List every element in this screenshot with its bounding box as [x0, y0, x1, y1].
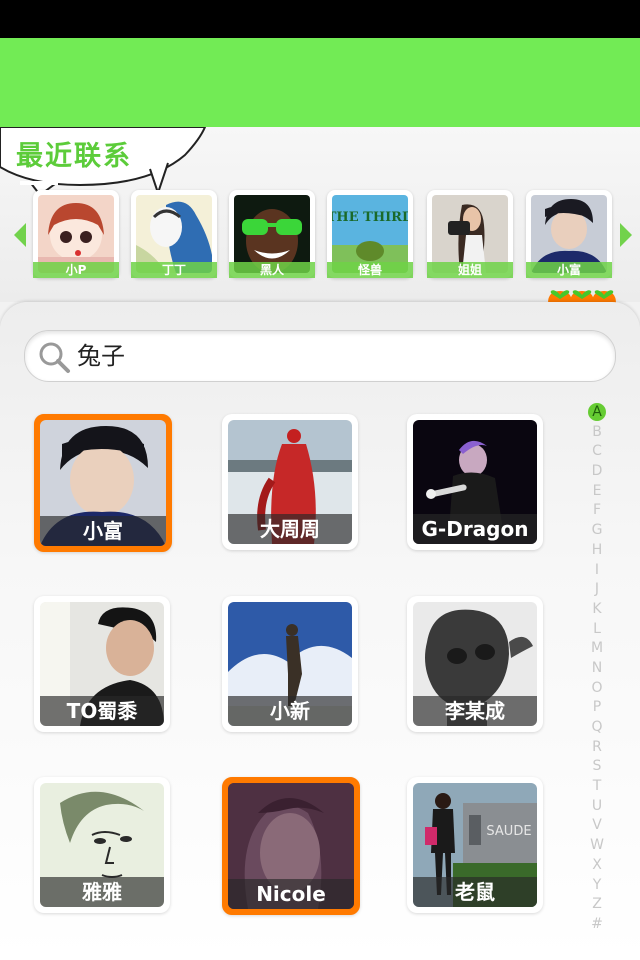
alpha-index-letter[interactable]: A: [588, 403, 606, 421]
svg-text:SAUDE: SAUDE: [486, 824, 531, 839]
recent-contact-label: 怪兽: [327, 262, 413, 278]
alpha-index-letter[interactable]: H: [588, 541, 606, 561]
search-input-value: 兔子: [77, 342, 125, 370]
contact-name: 小新: [228, 696, 352, 726]
alpha-index-letter[interactable]: Z: [588, 895, 606, 915]
recent-contact-label: 黑人: [229, 262, 315, 278]
search-icon: [39, 342, 70, 373]
contact-card[interactable]: TO蜀黍: [34, 596, 170, 732]
alpha-index-letter[interactable]: C: [588, 442, 606, 462]
alpha-index-letter[interactable]: B: [588, 423, 606, 443]
recent-contact-item[interactable]: 小富: [526, 190, 612, 278]
alpha-index-letter[interactable]: Y: [588, 876, 606, 896]
contact-card[interactable]: SAUDE 老鼠: [407, 777, 543, 913]
search-input[interactable]: 兔子: [24, 330, 616, 382]
alpha-index-letter[interactable]: J: [588, 580, 606, 600]
contact-card[interactable]: 李某成: [407, 596, 543, 732]
alpha-index-letter[interactable]: U: [588, 797, 606, 817]
recent-contact-label: 小P: [33, 262, 119, 278]
alpha-index-letter[interactable]: V: [588, 816, 606, 836]
contact-name: 大周周: [228, 514, 352, 544]
alphabet-index[interactable]: A B C D E F G H I J K L M N O P Q R S T U V W X Y Z #: [588, 403, 608, 935]
alpha-index-letter[interactable]: O: [588, 679, 606, 699]
recent-contact-item[interactable]: 丁丁: [131, 190, 217, 278]
contact-card[interactable]: 雅雅: [34, 777, 170, 913]
recent-contact-item[interactable]: 小P: [33, 190, 119, 278]
alpha-index-letter[interactable]: X: [588, 856, 606, 876]
poster-title: THE THIRD: [332, 210, 408, 225]
alpha-index-letter[interactable]: T: [588, 777, 606, 797]
alpha-index-letter[interactable]: #: [588, 915, 606, 935]
recent-contact-item[interactable]: 姐姐: [427, 190, 513, 278]
alpha-index-letter[interactable]: F: [588, 501, 606, 521]
contact-name: Nicole: [228, 879, 354, 909]
contact-name: 老鼠: [413, 877, 537, 907]
alpha-index-letter[interactable]: S: [588, 757, 606, 777]
alpha-index-letter[interactable]: D: [588, 462, 606, 482]
recent-contact-label: 丁丁: [131, 262, 217, 278]
contact-name: 小富: [40, 516, 166, 546]
alpha-index-letter[interactable]: W: [588, 836, 606, 856]
contact-card[interactable]: G-Dragon: [407, 414, 543, 550]
recent-contacts-title: 最近联系: [16, 141, 132, 172]
header-bar: [0, 38, 640, 127]
status-bar: [0, 0, 640, 38]
contact-card[interactable]: 大周周: [222, 414, 358, 550]
alpha-index-letter[interactable]: M: [588, 639, 606, 659]
alpha-index-letter[interactable]: E: [588, 482, 606, 502]
recent-contact-label: 小富: [526, 262, 612, 278]
alpha-index-letter[interactable]: P: [588, 698, 606, 718]
contact-card[interactable]: Nicole: [222, 777, 360, 915]
recent-contact-item[interactable]: THE THIRD 怪兽: [327, 190, 413, 278]
contact-card[interactable]: 小富: [34, 414, 172, 552]
alpha-index-letter[interactable]: L: [588, 620, 606, 640]
heart-icon: [548, 290, 616, 303]
arrow-left-icon[interactable]: [14, 223, 26, 247]
alpha-index-letter[interactable]: N: [588, 659, 606, 679]
alpha-index-letter[interactable]: G: [588, 521, 606, 541]
contact-name: 雅雅: [40, 877, 164, 907]
alpha-index-letter[interactable]: K: [588, 600, 606, 620]
arrow-right-icon[interactable]: [620, 223, 632, 247]
alpha-index-letter[interactable]: Q: [588, 718, 606, 738]
alpha-index-letter[interactable]: R: [588, 738, 606, 758]
contact-card[interactable]: 小新: [222, 596, 358, 732]
contact-name: 李某成: [413, 696, 537, 726]
alpha-index-letter[interactable]: I: [588, 561, 606, 581]
recent-contact-item[interactable]: 黑人: [229, 190, 315, 278]
recent-contact-label: 姐姐: [427, 262, 513, 278]
contact-name: TO蜀黍: [40, 696, 164, 726]
contact-name: G-Dragon: [413, 514, 537, 544]
